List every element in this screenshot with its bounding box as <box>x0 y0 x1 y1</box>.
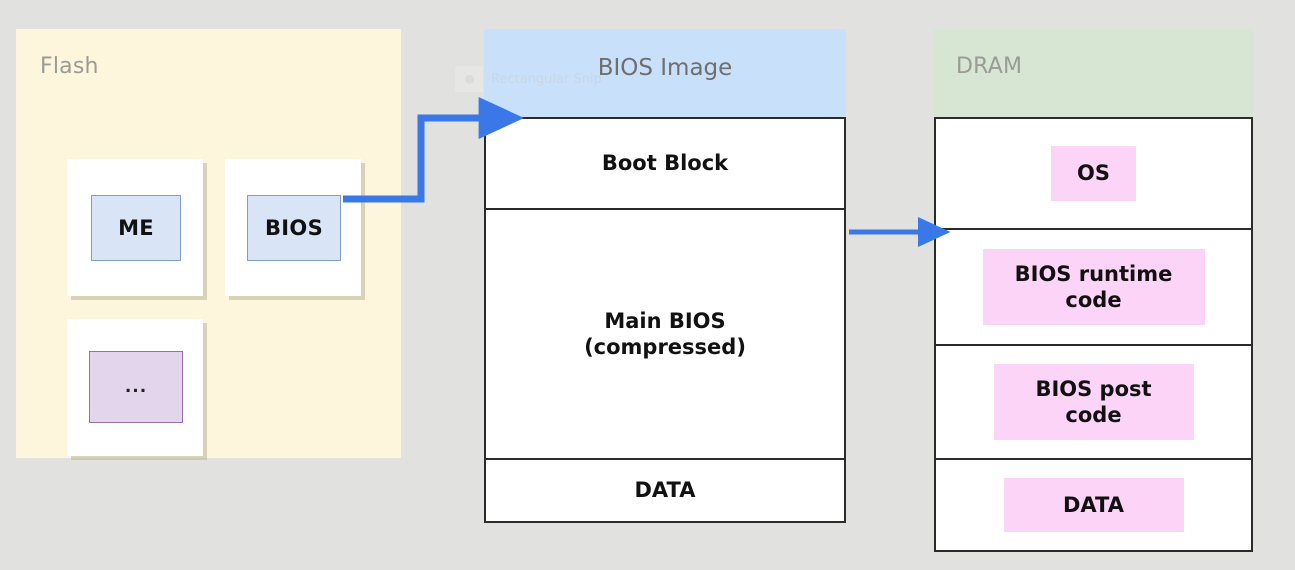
bios-image-box: Boot Block Main BIOS (compressed) DATA <box>484 117 846 523</box>
flash-card-bios[interactable]: BIOS <box>225 159 361 296</box>
flash-chip-bios-label: BIOS <box>247 195 341 261</box>
dram-row-os-label: OS <box>1051 146 1136 201</box>
dram-header: DRAM <box>934 29 1253 118</box>
dram-row-bios-runtime-code: BIOS runtime code <box>936 230 1251 346</box>
bios-image-row-main-bios: Main BIOS (compressed) <box>486 210 844 460</box>
dram-title: DRAM <box>956 54 1023 79</box>
bios-image-row-data: DATA <box>486 460 844 521</box>
dram-row-bios-post-code-label: BIOS post code <box>993 363 1194 441</box>
flash-panel: Flash ME BIOS ... <box>16 29 401 458</box>
bios-image-row-boot-block: Boot Block <box>486 119 844 210</box>
circle-dot-icon <box>464 74 474 84</box>
dram-row-os: OS <box>936 119 1251 230</box>
bios-image-row-data-label: DATA <box>634 478 696 503</box>
dram-row-bios-runtime-code-label: BIOS runtime code <box>982 248 1205 326</box>
dram-row-data: DATA <box>936 460 1251 550</box>
bios-image-row-main-bios-label: Main BIOS (compressed) <box>584 308 746 359</box>
snip-tool-button[interactable] <box>455 66 483 92</box>
snip-tool-overlay: Rectangular Snip <box>455 66 602 92</box>
snip-tool-label: Rectangular Snip <box>491 71 602 87</box>
flash-panel-title: Flash <box>40 54 99 79</box>
flash-card-more[interactable]: ... <box>67 319 203 456</box>
bios-image-row-boot-block-label: Boot Block <box>601 151 729 176</box>
dram-row-bios-post-code: BIOS post code <box>936 346 1251 460</box>
flash-chip-more-label: ... <box>89 351 183 423</box>
diagram-canvas: Flash ME BIOS ... BIOS Image Rectangular… <box>0 0 1295 570</box>
dram-box: OS BIOS runtime code BIOS post code DATA <box>934 117 1253 552</box>
dram-row-data-label: DATA <box>1003 477 1184 533</box>
flash-chip-me-label: ME <box>91 195 181 261</box>
flash-card-me[interactable]: ME <box>67 159 203 296</box>
